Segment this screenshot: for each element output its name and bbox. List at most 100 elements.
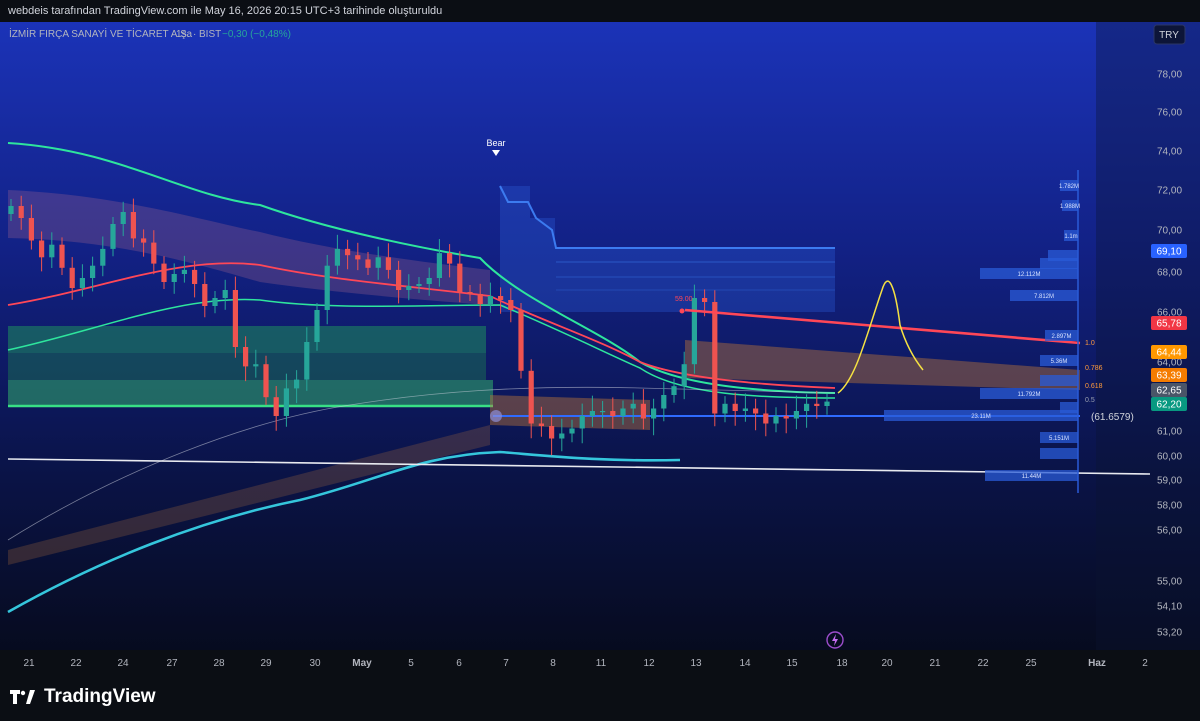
candle-body — [161, 263, 167, 282]
tradingview-logo-icon — [10, 690, 35, 704]
time-tick: 13 — [690, 658, 702, 669]
time-tick: 5 — [408, 658, 414, 669]
volume-profile-label: 12.112M — [1018, 272, 1041, 278]
volume-profile-label: 11.44M — [1022, 474, 1042, 480]
candle-body — [222, 290, 228, 298]
time-tick: 29 — [260, 658, 272, 669]
candle-body — [263, 364, 269, 398]
candle-body — [447, 253, 453, 264]
price-tick: 70,00 — [1157, 226, 1182, 237]
price-tick: 53,20 — [1157, 628, 1182, 639]
volume-profile-label: 23.11M — [971, 414, 991, 420]
candle-body — [651, 408, 657, 419]
candle-body — [742, 408, 748, 411]
candle-body — [467, 292, 473, 294]
candle-body — [753, 408, 759, 414]
candle-body — [773, 416, 779, 424]
time-tick: 7 — [503, 658, 509, 669]
symbol-name: İZMİR FIRÇA SANAYİ VE TİCARET A.Ş. — [9, 27, 190, 40]
candle-body — [783, 416, 789, 419]
footer: TradingView — [0, 678, 1200, 721]
candle-body — [273, 397, 279, 416]
candle-body — [640, 403, 646, 419]
time-tick: 24 — [117, 658, 129, 669]
candle-body — [79, 278, 85, 288]
candle-body — [579, 416, 585, 429]
tradingview-logo[interactable]: TradingView — [10, 686, 156, 708]
time-tick: 12 — [643, 658, 655, 669]
volume-profile-bar — [1040, 258, 1078, 269]
fib-label-0618: 0.618 — [1085, 383, 1103, 390]
currency-label[interactable]: TRY — [1159, 30, 1179, 41]
candle-body — [59, 244, 65, 268]
currency-button[interactable]: TRY — [1153, 24, 1186, 45]
candle-body — [763, 413, 769, 424]
candle-body — [559, 433, 565, 439]
watermark-text: webdeis tarafından TradingView.com ile M… — [8, 5, 443, 17]
candle-body — [49, 244, 55, 258]
symbol-change: −0,30 (−0,48%) — [222, 29, 291, 40]
candle-body — [426, 278, 432, 284]
volume-profile-label: 1.782M — [1059, 184, 1079, 190]
candle-body — [498, 296, 504, 300]
time-tick: May — [352, 658, 372, 669]
candle-body — [671, 386, 677, 395]
candle-body — [212, 298, 218, 306]
candle-body — [804, 403, 810, 411]
time-tick: 22 — [977, 658, 989, 669]
volume-profile-label: 5.151M — [1049, 436, 1069, 442]
candle-body — [324, 265, 330, 310]
fib-label-1: 1.0 — [1085, 340, 1095, 347]
time-tick: 30 — [309, 658, 321, 669]
time-tick: Haz — [1088, 658, 1106, 669]
price-label: 62,20 — [1156, 400, 1181, 411]
price-label: 63,39 — [1156, 371, 1181, 382]
poc-label: (61.6579) — [1091, 412, 1134, 423]
candle-body — [702, 298, 708, 302]
candle-body — [538, 423, 544, 426]
candle-body — [732, 403, 738, 411]
price-label: 65,78 — [1156, 319, 1181, 330]
candle-body — [681, 364, 687, 387]
volume-profile-bar — [1040, 375, 1078, 386]
orange-zone-left — [490, 395, 650, 430]
candle-body — [243, 347, 249, 367]
candle-body — [487, 296, 493, 304]
price-axis-panel — [1096, 22, 1200, 650]
time-tick: 11 — [596, 658, 607, 669]
candle-body — [365, 259, 371, 268]
candle-body — [355, 255, 361, 260]
price-label: 69,10 — [1156, 247, 1181, 258]
candle-body — [436, 253, 442, 278]
price-label: 64,44 — [1156, 348, 1181, 359]
chart-area[interactable]: İZMİR FIRÇA SANAYİ VE TİCARET A.Ş. · 1sa… — [0, 22, 1200, 672]
price-chart[interactable]: İZMİR FIRÇA SANAYİ VE TİCARET A.Ş. · 1sa… — [0, 22, 1200, 672]
candle-body — [8, 206, 14, 214]
candle-body — [304, 342, 310, 380]
green-zone-lower — [8, 380, 493, 406]
candle-body — [151, 242, 157, 264]
poc-marker — [490, 410, 502, 422]
candle-body — [294, 379, 300, 389]
candle-body — [39, 240, 45, 258]
candle-body — [314, 310, 320, 342]
candle-body — [141, 238, 147, 243]
candle-body — [100, 248, 106, 266]
time-tick: 21 — [929, 658, 941, 669]
candle-body — [202, 284, 208, 306]
candle-body — [416, 284, 422, 286]
price-tick: 56,00 — [1157, 526, 1182, 537]
volume-profile-label: 7.812M — [1034, 294, 1054, 300]
candle-body — [508, 300, 514, 310]
time-tick: 27 — [166, 658, 178, 669]
candle-body — [569, 428, 575, 434]
volume-profile-bar — [1040, 448, 1078, 459]
fib-label-0786: 0.786 — [1085, 365, 1103, 372]
price-tick: 64,00 — [1157, 358, 1182, 369]
price-tick: 55,00 — [1157, 577, 1182, 588]
candle-body — [130, 212, 136, 239]
candle-body — [345, 248, 351, 256]
fib-label-05: 0.5 — [1085, 397, 1095, 404]
candle-body — [793, 411, 799, 419]
candle-body — [477, 294, 483, 304]
